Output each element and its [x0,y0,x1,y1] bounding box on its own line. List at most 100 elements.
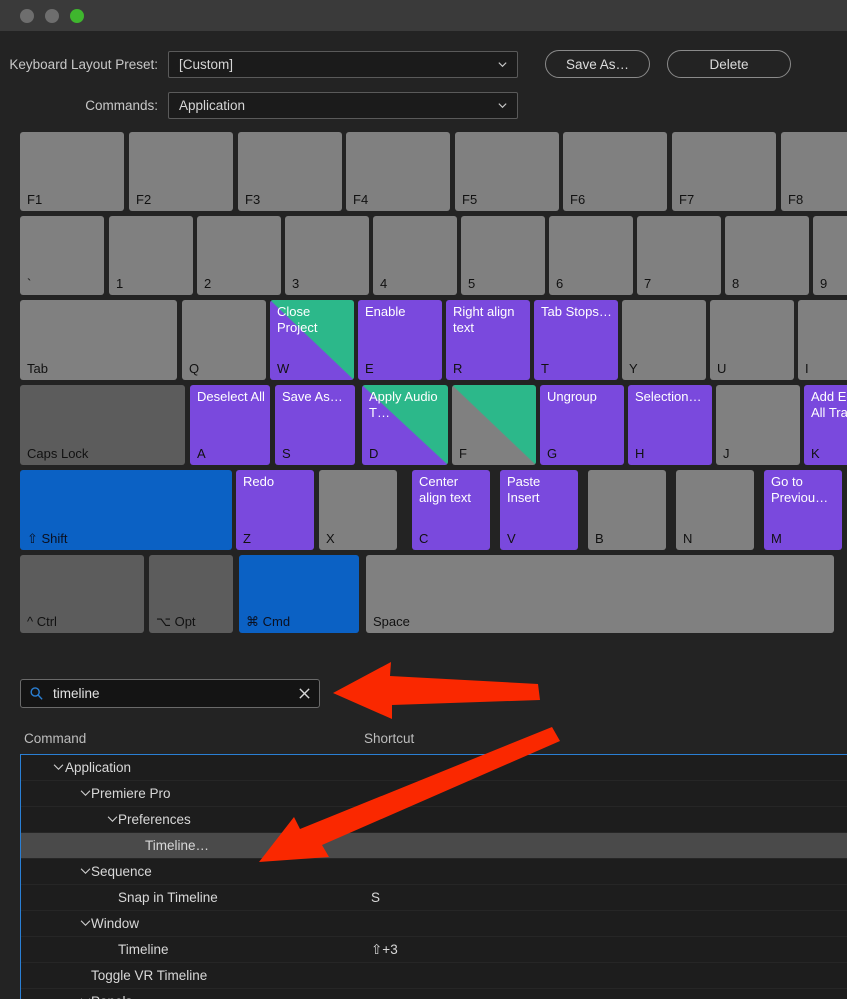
list-item[interactable]: Application [21,755,847,781]
key-4[interactable]: 4 [373,216,457,295]
key-8[interactable]: 8 [725,216,809,295]
key-g[interactable]: Ungroup G [540,385,624,465]
list-item-command: Application [65,760,132,775]
list-item-shortcut: ⇧+3 [371,942,398,957]
key-[interactable]: ` [20,216,104,295]
key-y[interactable]: Y [622,300,706,380]
key-cap-label: A [197,446,206,461]
key-6[interactable]: 6 [549,216,633,295]
key-cap-label: V [507,531,516,546]
key-f[interactable]: F [452,385,536,465]
key-1[interactable]: 1 [109,216,193,295]
search-field[interactable]: timeline [20,679,320,708]
key-cap-label: ` [27,276,32,291]
key-ctrl[interactable]: ^ Ctrl [20,555,144,633]
command-list[interactable]: Application Premiere Pro Preferences Timeli… [20,754,847,999]
key-a[interactable]: Deselect All A [190,385,270,465]
key-q[interactable]: Q [182,300,266,380]
list-item[interactable]: Window [21,911,847,937]
chevron-down-icon[interactable] [80,867,91,875]
chevron-down-icon[interactable] [80,919,91,927]
key-d[interactable]: Apply Audio T… D [362,385,448,465]
key-n[interactable]: N [676,470,754,550]
key-opt[interactable]: ⌥ Opt [149,555,233,633]
key-cmd[interactable]: ⌘ Cmd [239,555,359,633]
key-j[interactable]: J [716,385,800,465]
zoom-window-button[interactable] [70,8,84,23]
key-f4[interactable]: F4 [346,132,450,211]
clear-icon[interactable] [298,687,311,700]
commands-row: Commands: Application [0,91,518,119]
key-cap-label: 4 [380,276,388,291]
key-w[interactable]: Close Project W [270,300,354,380]
key-space[interactable]: Space [366,555,834,633]
chevron-down-icon[interactable] [107,815,118,823]
key-shift[interactable]: ⇧ Shift [20,470,232,550]
minimize-window-button[interactable] [45,8,59,23]
key-i[interactable]: I [798,300,847,380]
list-item[interactable]: Premiere Pro [21,781,847,807]
key-cap-label: E [365,361,374,376]
chevron-down-icon[interactable] [53,763,64,771]
key-cap-label: 2 [204,276,212,291]
list-item[interactable]: Timeline ⇧+3 [21,937,847,963]
key-cap-label: X [326,531,335,546]
key-f8[interactable]: F8 [781,132,847,211]
key-u[interactable]: U [710,300,794,380]
key-e[interactable]: Enable E [358,300,442,380]
list-item[interactable]: Timeline… [21,833,847,859]
key-f5[interactable]: F5 [455,132,559,211]
key-c[interactable]: Center align text C [412,470,490,550]
key-7[interactable]: 7 [637,216,721,295]
chevron-down-icon[interactable] [80,789,91,797]
key-h[interactable]: Selection… H [628,385,712,465]
close-window-button[interactable] [20,8,34,23]
list-item[interactable]: Preferences [21,807,847,833]
commands-dropdown[interactable]: Application [168,91,518,119]
key-f2[interactable]: F2 [129,132,233,211]
key-cap-label: F3 [245,192,261,207]
key-5[interactable]: 5 [461,216,545,295]
key-2[interactable]: 2 [197,216,281,295]
key-k[interactable]: Add Edit to All TracksK [804,385,847,465]
key-b[interactable]: B [588,470,666,550]
list-item[interactable]: Toggle VR Timeline [21,963,847,989]
key-v[interactable]: Paste Insert V [500,470,578,550]
delete-button[interactable]: Delete [667,50,792,78]
key-m[interactable]: Go to Previou… M [764,470,842,550]
window-title-bar [0,0,847,31]
save-as-button[interactable]: Save As… [545,50,651,78]
list-item-command: Timeline [118,942,169,957]
virtual-keyboard: F1 F2 F3 F4 F5 F6 F7 F8 ` 1 2 3 4 5 6 7 8 9 Tab Q Close Proj… [0,132,847,638]
key-3[interactable]: 3 [285,216,369,295]
key-9[interactable]: 9 [813,216,847,295]
key-t[interactable]: Tab Stops… T [534,300,618,380]
search-icon [30,687,43,700]
key-cap-label: 7 [644,276,652,291]
key-f3[interactable]: F3 [238,132,342,211]
key-f7[interactable]: F7 [672,132,776,211]
list-item[interactable]: Panels [21,989,847,999]
key-cap-label: Space [373,614,410,629]
key-cap-label: H [635,446,645,461]
key-cap-label: F1 [27,192,43,207]
preset-dropdown[interactable]: [Custom] [168,50,518,78]
key-x[interactable]: X [319,470,397,550]
chevron-down-icon [498,103,507,109]
list-item[interactable]: Sequence [21,859,847,885]
key-f6[interactable]: F6 [563,132,667,211]
key-cap-label: 6 [556,276,564,291]
key-z[interactable]: Redo Z [236,470,314,550]
key-cap-label: F [459,446,467,461]
key-r[interactable]: Right align text R [446,300,530,380]
search-input-value[interactable]: timeline [53,686,298,701]
key-capslock[interactable]: Caps Lock [20,385,185,465]
key-s[interactable]: Save As… S [275,385,355,465]
key-cap-label: F7 [679,192,695,207]
key-cap-label: 3 [292,276,300,291]
key-tab[interactable]: Tab [20,300,177,380]
key-f1[interactable]: F1 [20,132,124,211]
list-item[interactable]: Snap in Timeline S [21,885,847,911]
key-cap-label: T [541,361,549,376]
key-cap-label: Caps Lock [27,446,89,461]
